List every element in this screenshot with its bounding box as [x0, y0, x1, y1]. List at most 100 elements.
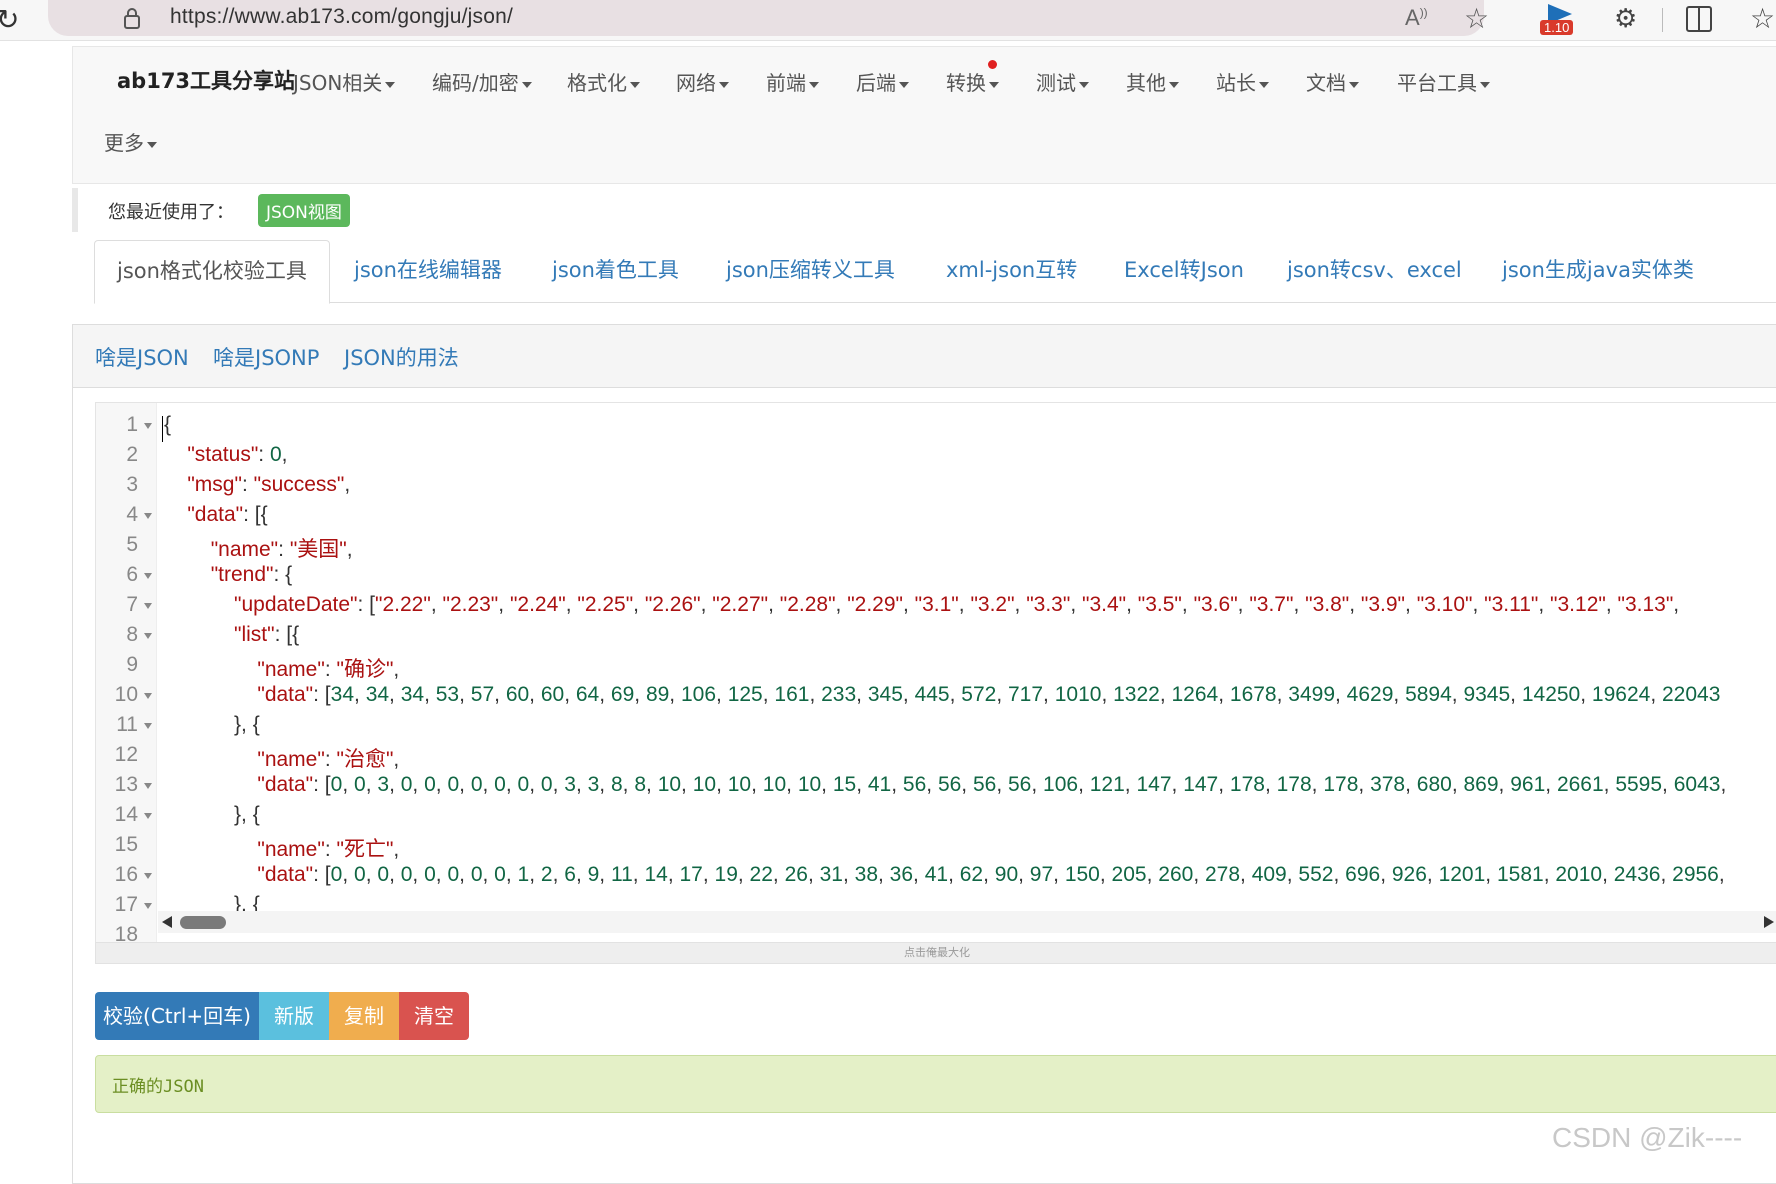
- code-line: "list": [{: [234, 623, 300, 646]
- nav-platform-tools[interactable]: 平台工具: [1397, 67, 1490, 96]
- nav-label: 前端: [766, 71, 806, 95]
- validation-result-text: 正确的JSON: [112, 1077, 204, 1097]
- line-number: 11: [116, 713, 138, 736]
- fold-toggle-icon[interactable]: [144, 813, 152, 819]
- site-brand[interactable]: ab173工具分享站: [117, 65, 295, 95]
- fold-toggle-icon[interactable]: [144, 573, 152, 579]
- line-number: 8: [126, 623, 138, 646]
- nav-test[interactable]: 测试: [1036, 67, 1089, 96]
- json-editor[interactable]: 1 2 3 4 5 6 7 8 9 10 11 12 13 14 15 16 1…: [95, 402, 1776, 944]
- nav-network[interactable]: 网络: [676, 67, 729, 96]
- maximize-editor-bar[interactable]: 点击俺最大化: [95, 942, 1776, 964]
- read-aloud-icon[interactable]: A)): [1405, 5, 1428, 31]
- fold-toggle-icon[interactable]: [144, 903, 152, 909]
- nav-label: 后端: [856, 71, 896, 95]
- code-line: "data": [0, 0, 0, 0, 0, 0, 0, 0, 1, 2, 6…: [257, 863, 1725, 886]
- split-screen-icon[interactable]: [1686, 6, 1712, 32]
- recently-used-bar: 您最近使用了： JSON视图: [72, 188, 1776, 232]
- line-number: 12: [114, 743, 138, 766]
- code-line: "name": "美国",: [210, 538, 353, 561]
- nav-label: 其他: [1126, 71, 1166, 95]
- nav-docs[interactable]: 文档: [1306, 67, 1359, 96]
- link-json-usage[interactable]: JSON的用法: [344, 342, 459, 372]
- line-number: 16: [114, 863, 138, 886]
- line-number: 15: [114, 833, 138, 856]
- nav-encode[interactable]: 编码/加密: [432, 67, 532, 96]
- validate-button[interactable]: 校验(Ctrl+回车): [95, 992, 259, 1040]
- fold-toggle-icon[interactable]: [144, 723, 152, 729]
- tool-tabs: json格式化校验工具 json在线编辑器 json着色工具 json压缩转义工…: [94, 240, 1776, 304]
- nav-label: 站长: [1216, 71, 1256, 95]
- fold-toggle-icon[interactable]: [144, 603, 152, 609]
- fold-toggle-icon[interactable]: [144, 783, 152, 789]
- tab-json-compress-escape[interactable]: json压缩转义工具: [726, 240, 895, 300]
- address-bar[interactable]: https://www.ab173.com/gongju/json/: [48, 0, 1484, 36]
- scroll-right-icon[interactable]: [1764, 916, 1774, 928]
- nav-backend[interactable]: 后端: [856, 67, 909, 96]
- new-version-button[interactable]: 新版: [259, 992, 329, 1040]
- tab-xml-json[interactable]: xml-json互转: [946, 240, 1077, 300]
- line-number: 13: [114, 773, 138, 796]
- code-line: "name": "死亡",: [257, 838, 400, 861]
- tab-json-colorize[interactable]: json着色工具: [552, 240, 679, 300]
- nav-format[interactable]: 格式化: [567, 67, 640, 96]
- fold-toggle-icon[interactable]: [144, 423, 152, 429]
- clear-button[interactable]: 清空: [399, 992, 469, 1040]
- extension-icon[interactable]: 1.10: [1540, 4, 1580, 38]
- fold-toggle-icon[interactable]: [144, 633, 152, 639]
- caret-down-icon: [1169, 81, 1179, 88]
- line-number: 1: [126, 413, 138, 436]
- link-what-is-jsonp[interactable]: 啥是JSONP: [213, 342, 319, 372]
- reload-icon[interactable]: ↻: [0, 4, 26, 36]
- nav-more[interactable]: 更多: [104, 127, 157, 156]
- caret-down-icon: [719, 81, 729, 88]
- code-line: "data": [{: [187, 503, 268, 526]
- tool-panel: 啥是JSON 啥是JSONP JSON的用法 1 2 3 4 5 6 7 8 9…: [72, 324, 1776, 1184]
- tab-excel-to-json[interactable]: Excel转Json: [1124, 240, 1244, 300]
- nav-frontend[interactable]: 前端: [766, 67, 819, 96]
- url-text[interactable]: https://www.ab173.com/gongju/json/: [170, 5, 513, 29]
- nav-json[interactable]: JSON相关: [293, 67, 396, 96]
- code-line: "data": [34, 34, 34, 53, 57, 60, 60, 64,…: [257, 683, 1721, 706]
- caret-down-icon: [1079, 81, 1089, 88]
- fold-toggle-icon[interactable]: [144, 513, 152, 519]
- tab-json-format-validate[interactable]: json格式化校验工具: [94, 240, 330, 304]
- panel-header: 啥是JSON 啥是JSONP JSON的用法: [73, 325, 1776, 388]
- recent-tool-badge[interactable]: JSON视图: [258, 194, 350, 227]
- nav-label: 网络: [676, 71, 716, 95]
- fold-toggle-icon[interactable]: [144, 873, 152, 879]
- caret-down-icon: [1259, 81, 1269, 88]
- line-number: 7: [126, 593, 138, 616]
- extension-badge: 1.10: [1540, 20, 1574, 35]
- nav-other[interactable]: 其他: [1126, 67, 1179, 96]
- text-cursor: [162, 416, 163, 442]
- tab-json-to-java[interactable]: json生成java实体类: [1502, 240, 1694, 300]
- lock-icon[interactable]: [122, 6, 142, 30]
- nav-label: 平台工具: [1397, 71, 1477, 95]
- nav-convert[interactable]: 转换: [946, 67, 999, 96]
- line-number: 6: [126, 563, 138, 586]
- nav-webmaster[interactable]: 站长: [1216, 67, 1269, 96]
- scroll-thumb[interactable]: [180, 916, 226, 929]
- horizontal-scrollbar[interactable]: [158, 911, 1776, 933]
- code-line: {: [164, 413, 172, 436]
- line-number: 14: [114, 803, 138, 826]
- scroll-left-icon[interactable]: [162, 916, 172, 928]
- line-number: 10: [114, 683, 138, 706]
- favorite-star-icon[interactable]: ☆: [1464, 2, 1489, 35]
- tab-json-to-csv[interactable]: json转csv、excel: [1287, 240, 1462, 300]
- code-line: }, {: [164, 713, 260, 736]
- line-number-gutter: 1 2 3 4 5 6 7 8 9 10 11 12 13 14 15 16 1…: [96, 403, 157, 943]
- caret-down-icon: [1349, 81, 1359, 88]
- nav-label: 文档: [1306, 71, 1346, 95]
- tab-json-online-editor[interactable]: json在线编辑器: [354, 240, 502, 300]
- line-number: 17: [114, 893, 138, 916]
- browser-toolbar: ↻ https://www.ab173.com/gongju/json/ A))…: [0, 0, 1776, 41]
- favorites-icon[interactable]: ☆: [1750, 2, 1775, 35]
- extensions-puzzle-icon[interactable]: ⚙: [1614, 4, 1637, 34]
- copy-button[interactable]: 复制: [329, 992, 399, 1040]
- fold-toggle-icon[interactable]: [144, 693, 152, 699]
- link-what-is-json[interactable]: 啥是JSON: [95, 342, 189, 372]
- recently-used-label: 您最近使用了：: [108, 202, 234, 223]
- validation-result: 正确的JSON: [95, 1055, 1776, 1113]
